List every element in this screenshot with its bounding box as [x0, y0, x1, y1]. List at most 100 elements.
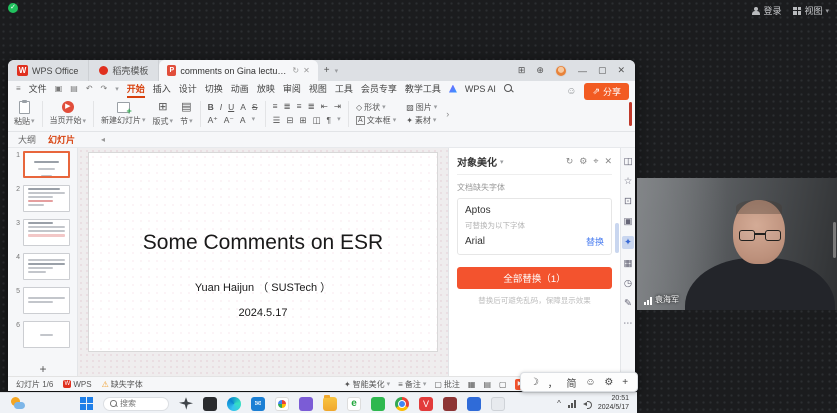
text-direction-button[interactable]: ◫ [312, 115, 320, 126]
menu-tab-member[interactable]: 会员专享 [361, 82, 397, 95]
avatar[interactable] [555, 65, 567, 77]
ime-settings-icon[interactable]: ⚙ [604, 377, 613, 388]
tray-expand-icon[interactable]: ^ [557, 399, 561, 408]
caret-icon[interactable]: ▾ [252, 115, 256, 126]
bullet-list-button[interactable]: ☰ [273, 115, 281, 126]
edit-tool-icon[interactable]: ✎ [624, 298, 632, 309]
mail-app-icon[interactable]: ✉ [251, 397, 265, 411]
slide-thumbnail-1[interactable]: 1 [14, 151, 77, 178]
replace-link[interactable]: 替换 [586, 235, 604, 248]
history-icon[interactable]: ◷ [624, 278, 632, 289]
pin-icon[interactable]: ⌖ [593, 156, 598, 167]
add-slide-button[interactable]: + [8, 362, 78, 376]
photos-app-icon[interactable] [275, 397, 289, 411]
underline-button[interactable]: U [228, 102, 234, 112]
menu-tab-tools[interactable]: 工具 [335, 82, 353, 95]
login-button[interactable]: 登录 [752, 4, 781, 17]
star-icon[interactable]: ☆ [624, 176, 633, 187]
decrease-font-button[interactable]: A⁻ [224, 115, 234, 126]
align-left-button[interactable]: ≡ [273, 101, 278, 112]
section-button[interactable]: ▤ 节▾ [180, 101, 193, 127]
gear-icon[interactable]: ⚙ [579, 156, 587, 167]
sidebar-scrollbar[interactable] [833, 222, 836, 258]
smart-beautify-button[interactable]: ✦ 智能美化 ▾ [344, 379, 390, 390]
slide-thumbnail-2[interactable]: 2 [14, 185, 77, 212]
slide-thumbnail-5[interactable]: 5 [14, 287, 77, 314]
feedback-smiley-icon[interactable]: ☺ [566, 86, 576, 97]
profile-icon[interactable]: ◫ [624, 156, 633, 167]
ime-simplified-icon[interactable]: 简 [567, 375, 577, 390]
textbox-button[interactable]: A 文本框 ▾ [356, 115, 396, 126]
caret-icon[interactable]: ▾ [500, 158, 504, 166]
view-normal-button[interactable]: ▦ [468, 380, 476, 389]
line-spacing-button[interactable]: ⊟ [286, 115, 293, 126]
widgets-weather-icon[interactable] [10, 396, 26, 411]
align-center-button[interactable]: ≣ [284, 101, 291, 112]
windows-start-button[interactable] [80, 397, 93, 410]
slide-thumbnail-6[interactable]: 6 [14, 321, 77, 348]
new-slide-button[interactable]: 新建幻灯片▾ [101, 102, 146, 126]
layout-button[interactable]: ⊞ 版式▾ [153, 101, 174, 127]
picture-button[interactable]: ▨ 图片 ▾ [406, 102, 437, 113]
maroon-app-icon[interactable] [443, 397, 457, 411]
menu-tab-teaching[interactable]: 教学工具 [405, 82, 441, 95]
close-pane-icon[interactable]: ✕ [604, 156, 612, 167]
font-color-button[interactable]: A [240, 102, 246, 112]
slide-thumbnail-3[interactable]: 3 [14, 219, 77, 246]
menu-tab-slideshow[interactable]: 放映 [257, 82, 275, 95]
search-input[interactable] [120, 399, 164, 408]
replace-all-button[interactable]: 全部替换（1） [457, 267, 612, 289]
tab-list-caret[interactable]: ▾ [335, 67, 339, 75]
pane-scrollbar[interactable] [615, 223, 619, 253]
collapse-panel-icon[interactable]: ◂ [101, 135, 105, 144]
search-icon[interactable] [504, 84, 513, 93]
ime-mode-icon[interactable]: ☽ [530, 377, 539, 388]
tab-slides[interactable]: 幻灯片 [48, 133, 75, 146]
tray-clock[interactable]: 20:51 2024/5/17 [598, 395, 629, 412]
maximize-button[interactable]: ▢ [598, 65, 607, 76]
more-icon[interactable]: ⋯ [623, 318, 633, 329]
text-effect-button[interactable]: A [240, 115, 246, 126]
menu-tab-ai[interactable]: WPS AI [465, 84, 496, 94]
notes-button[interactable]: ≡ 备注 ▾ [398, 379, 426, 390]
missing-font-warning[interactable]: ⚠ 缺失字体 [102, 379, 143, 390]
increase-font-button[interactable]: A⁺ [208, 115, 218, 126]
close-tab-icon[interactable]: ✕ [303, 66, 310, 75]
slide-date[interactable]: 2024.5.17 [89, 307, 437, 319]
template-icon[interactable]: ⊡ [624, 196, 632, 207]
ribbon-expand-icon[interactable]: › [446, 109, 449, 119]
menu-tab-review[interactable]: 审阅 [283, 82, 301, 95]
quickbar-caret[interactable]: ▾ [115, 85, 119, 93]
bird-app-icon[interactable] [179, 397, 193, 411]
slide[interactable]: Some Comments on ESR Yuan Haijun （ SUSTe… [88, 152, 438, 352]
close-window-button[interactable]: ✕ [617, 65, 625, 76]
ime-punctuation-icon[interactable]: ， [548, 375, 558, 390]
menu-tab-transition[interactable]: 切换 [205, 82, 223, 95]
redo-icon[interactable]: ↷ [101, 84, 108, 93]
shapes-button[interactable]: ◇ 形状 ▾ [356, 102, 396, 113]
print-icon[interactable]: ▤ [70, 84, 78, 93]
strikethrough-button[interactable]: S [252, 102, 258, 112]
outdent-button[interactable]: ⇤ [321, 101, 328, 112]
comments-button[interactable]: ▢ 批注 [434, 379, 460, 390]
italic-button[interactable]: I [220, 102, 222, 112]
green-app-icon[interactable] [371, 397, 385, 411]
menu-tab-home[interactable]: 开始 [127, 82, 145, 95]
minimize-button[interactable]: — [578, 66, 587, 76]
light-app-icon[interactable] [491, 397, 505, 411]
ime-emoji-icon[interactable]: ☺ [585, 377, 595, 388]
columns-button[interactable]: ⊞ [299, 115, 306, 126]
globe-icon[interactable]: ⊕ [536, 65, 544, 76]
file-explorer-icon[interactable] [323, 397, 337, 411]
ribbon-scroll-indicator[interactable] [629, 102, 632, 126]
slide-author[interactable]: Yuan Haijun （ SUSTech ） [89, 279, 437, 295]
red-app-icon[interactable]: V [419, 397, 433, 411]
blue-app-icon[interactable] [467, 397, 481, 411]
beautify-icon[interactable]: ✦ [622, 236, 634, 249]
refresh-icon[interactable]: ↻ [566, 156, 574, 167]
indent-button[interactable]: ⇥ [334, 101, 341, 112]
bold-button[interactable]: B [208, 102, 214, 112]
layout-tool-icon[interactable]: ▦ [624, 258, 633, 269]
tab-outline[interactable]: 大纲 [18, 133, 36, 146]
purple-app-icon[interactable] [299, 397, 313, 411]
